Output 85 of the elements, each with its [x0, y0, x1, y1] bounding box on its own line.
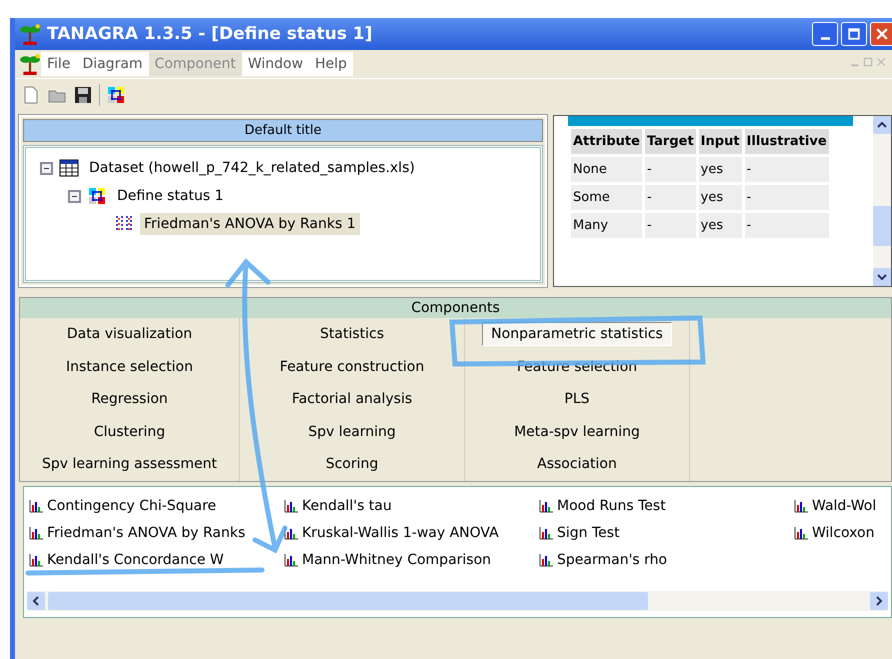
scroll-up-button[interactable]: [873, 116, 891, 134]
table-cell: yes: [698, 213, 742, 238]
column-header: Attribute: [571, 129, 642, 154]
close-icon: [876, 28, 888, 40]
palm-tree-icon: [19, 23, 41, 45]
status-icon: [87, 186, 107, 206]
status-icon[interactable]: [106, 85, 126, 105]
palette-item[interactable]: Mood Runs Test: [557, 498, 666, 514]
close-button[interactable]: [870, 22, 892, 46]
table-cell: -: [644, 213, 696, 238]
table-cell: yes: [698, 157, 742, 182]
chart-icon: [538, 525, 554, 541]
collapse-toggle-icon[interactable]: [68, 190, 81, 202]
category-tab[interactable]: Spv learning: [300, 420, 404, 443]
palm-tree-icon: [19, 53, 41, 75]
category-tab[interactable]: PLS: [556, 388, 598, 410]
category-tab[interactable]: Clustering: [86, 420, 174, 443]
window-title: TANAGRA 1.3.5 - [Define status 1]: [47, 24, 372, 44]
category-tab[interactable]: Meta-spv learning: [506, 420, 648, 443]
scroll-down-button[interactable]: [873, 268, 891, 286]
column-header: Target: [644, 129, 696, 154]
minimize-button[interactable]: [812, 22, 838, 46]
table-cell: Some: [571, 185, 642, 210]
chart-icon: [283, 498, 299, 514]
palette-item[interactable]: Wilcoxon: [812, 525, 874, 541]
tree-node[interactable]: Friedman's ANOVA by Ranks 1: [140, 213, 360, 235]
column-header: Illustrative: [744, 129, 829, 154]
chart-icon: [28, 498, 44, 514]
diagram-title: Default title: [23, 119, 543, 142]
category-tab[interactable]: Feature construction: [272, 356, 432, 378]
category-tab[interactable]: Spv learning assessment: [34, 453, 226, 476]
table-cell: -: [644, 185, 696, 210]
chart-icon: [28, 552, 44, 568]
menu-item[interactable]: Help: [309, 52, 353, 76]
table-cell: -: [644, 157, 696, 182]
table-cell: Many: [571, 213, 642, 238]
maximize-icon: [848, 28, 860, 40]
table-cell: None: [571, 157, 642, 182]
category-tab[interactable]: Regression: [83, 388, 176, 410]
chart-icon: [538, 498, 554, 514]
table-cell: -: [744, 213, 829, 238]
minimize-icon: [820, 36, 830, 40]
scroll-thumb[interactable]: [48, 592, 648, 610]
table-cell: -: [744, 185, 829, 210]
tree-node[interactable]: Define status 1: [113, 185, 228, 207]
category-tab[interactable]: Nonparametric statistics: [482, 322, 672, 346]
palette-item[interactable]: Friedman's ANOVA by Ranks: [47, 525, 246, 541]
chart-icon: [28, 525, 44, 541]
table-icon: [59, 158, 79, 178]
menu-item[interactable]: File: [41, 52, 76, 76]
palette-item[interactable]: Spearman's rho: [557, 552, 668, 568]
palette-item[interactable]: Sign Test: [557, 525, 620, 541]
category-tab[interactable]: Feature selection: [508, 356, 646, 378]
vertical-scrollbar[interactable]: [873, 116, 891, 286]
scroll-thumb[interactable]: [873, 206, 891, 246]
category-tab[interactable]: Factorial analysis: [284, 388, 420, 410]
category-tab[interactable]: Data visualization: [58, 323, 200, 346]
table-cell: yes: [698, 185, 742, 210]
category-tab[interactable]: Statistics: [312, 323, 392, 346]
category-tab[interactable]: Instance selection: [58, 356, 201, 378]
horizontal-scrollbar[interactable]: [27, 590, 888, 610]
menu-item[interactable]: Diagram: [76, 52, 149, 76]
chart-icon: [793, 498, 809, 514]
scroll-left-button[interactable]: [27, 592, 45, 610]
tree-node[interactable]: Dataset (howell_p_742_k_related_samples.xls): [85, 157, 419, 179]
save-icon[interactable]: [73, 85, 93, 105]
category-tab[interactable]: Scoring: [318, 453, 386, 476]
palette-item[interactable]: Kendall's tau: [302, 498, 392, 514]
column-header: Input: [698, 129, 742, 154]
menu-item[interactable]: Window: [242, 52, 310, 76]
chart-icon: [283, 552, 299, 568]
components-header: Components: [20, 298, 891, 318]
palette-item[interactable]: Mann-Whitney Comparison: [302, 552, 492, 568]
table-cell: -: [744, 157, 829, 182]
chart-icon: [538, 552, 554, 568]
maximize-button[interactable]: [841, 22, 867, 46]
scroll-right-button[interactable]: [870, 592, 888, 610]
window-controls-icon: [850, 56, 886, 68]
palette-item[interactable]: Kendall's Concordance W: [47, 552, 224, 568]
palette-item[interactable]: Contingency Chi-Square: [47, 498, 216, 514]
collapse-toggle-icon[interactable]: [40, 162, 53, 174]
palette-item[interactable]: Wald-Wol: [812, 498, 876, 514]
chart-icon: [793, 525, 809, 541]
category-tab[interactable]: Association: [529, 453, 625, 476]
palette-item[interactable]: Kruskal-Wallis 1-way ANOVA: [302, 525, 499, 541]
